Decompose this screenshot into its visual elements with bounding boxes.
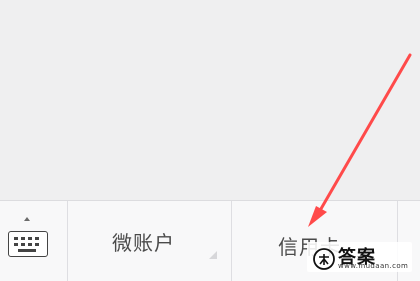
watermark-url: www.mudaan.com <box>338 262 409 270</box>
annotation-arrow <box>308 53 412 227</box>
watermark-logo-icon <box>313 248 335 270</box>
watermark: 答案 www.mudaan.com <box>307 242 412 272</box>
